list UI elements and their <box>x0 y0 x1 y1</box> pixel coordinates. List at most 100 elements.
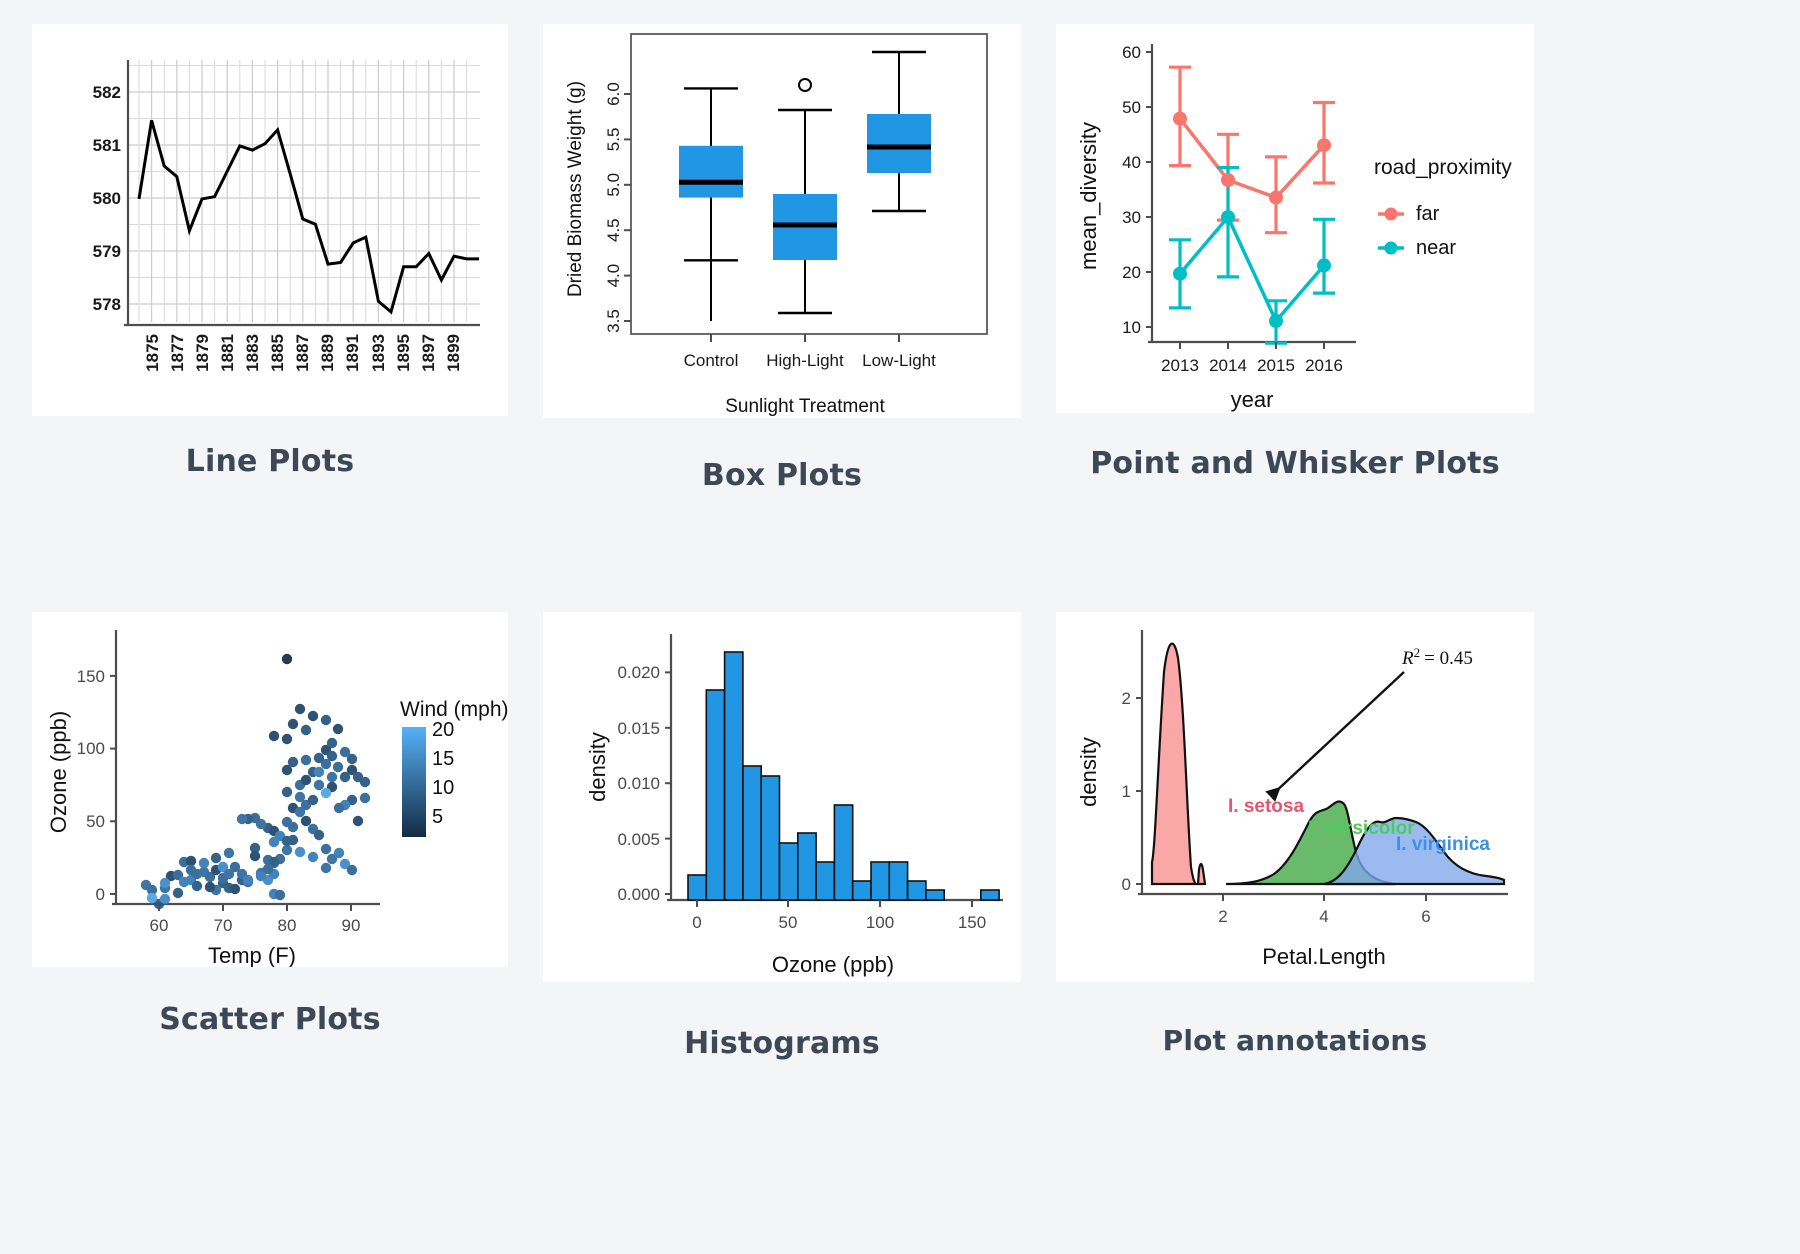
box-plot-box-highlight <box>773 78 837 315</box>
section-box-plots: 3.5 4.0 4.5 5.0 5.5 6.0 Dried Biomass We… <box>543 24 1021 524</box>
svg-text:1877: 1877 <box>168 334 187 372</box>
box-plot-x-ticks: Control High-Light Low-Light <box>684 334 936 370</box>
anno-label-virginica: I. virginica <box>1396 834 1490 855</box>
pw-y-ticks: 60 50 40 30 20 10 <box>1122 43 1152 337</box>
svg-text:578: 578 <box>93 295 121 314</box>
box-plot-outlier <box>798 78 812 92</box>
svg-text:100: 100 <box>77 739 105 758</box>
caption-point-whisker: Point and Whisker Plots <box>1090 446 1500 481</box>
svg-text:40: 40 <box>1122 153 1141 172</box>
colorbar-tick-15: 15 <box>432 748 454 770</box>
anno-x-title: Petal.Length <box>1262 944 1386 969</box>
svg-text:far: far <box>1416 203 1440 225</box>
pw-x-ticks: 2013 2014 2015 2016 <box>1161 342 1343 375</box>
anno-arrow <box>1265 671 1405 802</box>
hist-y-title: density <box>585 732 610 802</box>
scatter-plot-panel: 0 50 100 150 Ozone (ppb) 60 70 80 90 Tem… <box>32 612 508 967</box>
svg-text:2016: 2016 <box>1305 356 1343 375</box>
scatter-y-ticks: 0 50 100 150 <box>77 667 116 904</box>
caption-line-plots: Line Plots <box>185 444 355 479</box>
svg-text:2013: 2013 <box>1161 356 1199 375</box>
svg-text:2015: 2015 <box>1257 356 1295 375</box>
svg-text:50: 50 <box>779 913 798 932</box>
box-plot-svg: 3.5 4.0 4.5 5.0 5.5 6.0 Dried Biomass We… <box>565 33 988 417</box>
anno-label-r2: R2 = 0.45 <box>1401 645 1473 670</box>
svg-text:1897: 1897 <box>419 334 438 372</box>
section-plot-annotations: 0 1 2 density I. setosa I. versicolor I.… <box>1056 612 1534 1112</box>
svg-text:1889: 1889 <box>318 334 337 372</box>
caption-scatter-plots: Scatter Plots <box>159 1002 381 1037</box>
line-plot-series <box>137 120 479 315</box>
annotation-panel: 0 1 2 density I. setosa I. versicolor I.… <box>1056 612 1534 982</box>
svg-text:1885: 1885 <box>268 334 287 372</box>
svg-text:0: 0 <box>692 913 701 932</box>
hist-bars <box>687 651 1000 901</box>
anno-x-ticks: 2 4 6 <box>1218 894 1431 926</box>
svg-text:581: 581 <box>93 136 121 155</box>
scatter-x-title: Temp (F) <box>208 943 296 967</box>
box-plot-box-control <box>679 87 743 321</box>
svg-text:1899: 1899 <box>444 334 463 372</box>
box-plot-y-title: Dried Biomass Weight (g) <box>565 81 586 297</box>
pw-series-far-line <box>1178 117 1326 200</box>
svg-text:150: 150 <box>958 913 986 932</box>
svg-text:70: 70 <box>214 916 233 935</box>
pw-x-title: year <box>1231 387 1274 412</box>
pw-legend-item-near[interactable]: near <box>1378 237 1456 259</box>
svg-text:1875: 1875 <box>143 334 162 372</box>
anno-density-setosa <box>1150 642 1207 886</box>
pw-legend: road_proximity far near <box>1374 156 1512 259</box>
scatter-colorbar-gradient <box>402 727 426 837</box>
pw-legend-item-far[interactable]: far <box>1378 203 1440 225</box>
svg-text:1893: 1893 <box>369 334 388 372</box>
point-whisker-panel: 60 50 40 30 20 10 mean_diversity 2013 20… <box>1056 24 1534 413</box>
svg-text:2014: 2014 <box>1209 356 1247 375</box>
caption-histograms: Histograms <box>684 1026 880 1061</box>
svg-text:60: 60 <box>1122 43 1141 62</box>
svg-text:60: 60 <box>150 916 169 935</box>
svg-text:1895: 1895 <box>394 334 413 372</box>
svg-text:580: 580 <box>93 189 121 208</box>
svg-text:80: 80 <box>278 916 297 935</box>
box-plot-y-ticks: 3.5 4.0 4.5 5.0 5.5 6.0 <box>604 82 631 333</box>
svg-text:579: 579 <box>93 242 121 261</box>
section-line-plots: 582 581 580 579 578 1875 1877 1879 1881 … <box>32 24 508 524</box>
svg-text:1883: 1883 <box>243 334 262 372</box>
section-histograms: 0.000 0.005 0.010 0.015 0.020 density 0 … <box>543 612 1021 1112</box>
svg-text:Control: Control <box>684 351 739 370</box>
colorbar-tick-10: 10 <box>432 777 454 799</box>
scatter-colorbar: Wind (mph) 20 15 10 5 <box>400 698 508 837</box>
pw-series-near-line <box>1178 213 1326 325</box>
colorbar-tick-20: 20 <box>432 719 454 741</box>
svg-text:5.0: 5.0 <box>604 173 623 197</box>
svg-text:6: 6 <box>1421 907 1430 926</box>
svg-text:2: 2 <box>1218 907 1227 926</box>
box-plot-panel: 3.5 4.0 4.5 5.0 5.5 6.0 Dried Biomass We… <box>543 24 1021 418</box>
colorbar-tick-5: 5 <box>432 806 443 828</box>
svg-text:0.020: 0.020 <box>617 663 660 682</box>
svg-text:2: 2 <box>1122 689 1131 708</box>
svg-text:150: 150 <box>77 667 105 686</box>
section-scatter-plots: 0 50 100 150 Ozone (ppb) 60 70 80 90 Tem… <box>32 612 508 1112</box>
svg-text:4: 4 <box>1319 907 1328 926</box>
anno-y-title: density <box>1076 737 1101 807</box>
caption-plot-annotations: Plot annotations <box>1162 1024 1428 1057</box>
box-plot-box-lowlight <box>867 50 931 213</box>
pw-y-title: mean_diversity <box>1076 122 1101 270</box>
svg-text:near: near <box>1416 237 1456 259</box>
svg-text:1881: 1881 <box>218 334 237 372</box>
histogram-panel: 0.000 0.005 0.010 0.015 0.020 density 0 … <box>543 612 1021 982</box>
svg-text:3.5: 3.5 <box>604 309 623 333</box>
pw-errorbars-far <box>1169 65 1335 235</box>
plot-gallery: 582 581 580 579 578 1875 1877 1879 1881 … <box>0 0 1800 1254</box>
svg-text:50: 50 <box>86 812 105 831</box>
svg-text:30: 30 <box>1122 208 1141 227</box>
scatter-y-title: Ozone (ppb) <box>46 711 71 833</box>
svg-text:0.010: 0.010 <box>617 774 660 793</box>
scatter-colorbar-title: Wind (mph) <box>400 698 508 721</box>
svg-text:4.0: 4.0 <box>604 264 623 288</box>
svg-text:High-Light: High-Light <box>766 351 844 370</box>
scatter-x-ticks: 60 70 80 90 <box>150 904 360 935</box>
pw-legend-title: road_proximity <box>1374 156 1512 179</box>
svg-text:0: 0 <box>1122 875 1131 894</box>
